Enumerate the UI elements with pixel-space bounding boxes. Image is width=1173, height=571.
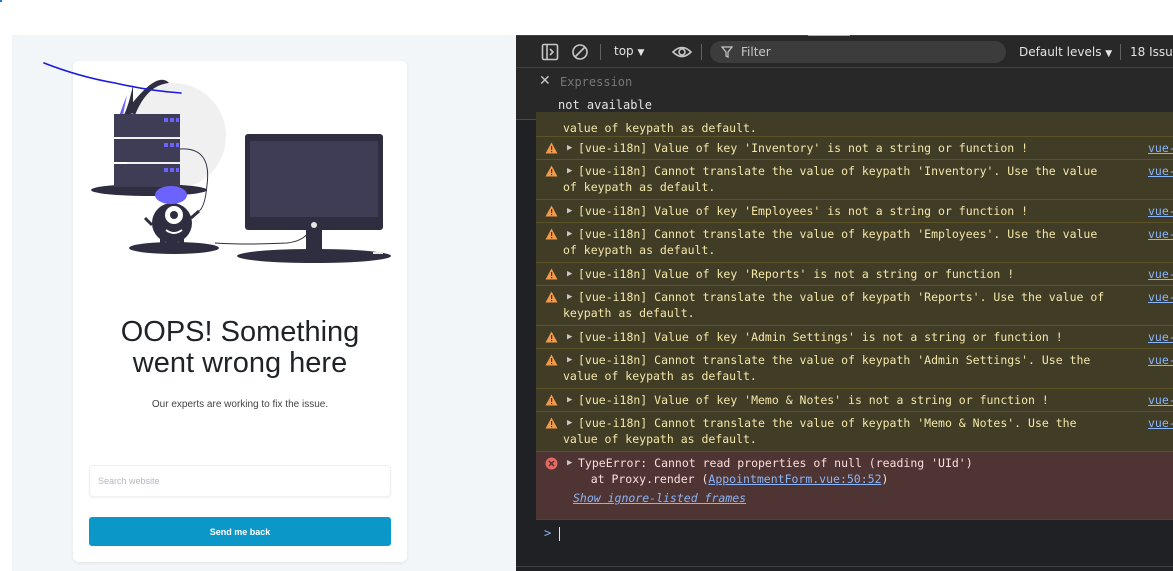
console-warning[interactable]: value of keypath as default.	[536, 112, 1173, 137]
sidebar-toggle-icon[interactable]	[541, 43, 559, 61]
console-prompt-icon: >	[544, 526, 552, 540]
expression-label[interactable]: Expression	[560, 75, 632, 89]
page-title: OOPS! Something went wrong here	[73, 317, 407, 379]
stack-suffix: )	[881, 472, 889, 486]
console-error[interactable]: ▶ TypeError: Cannot read properties of n…	[536, 452, 1173, 520]
console-toolbar: top ▼ Filter Default levels ▼ 18 Issues	[516, 36, 1173, 68]
filter-input[interactable]: Filter	[710, 41, 1006, 63]
console-input-caret[interactable]	[559, 527, 560, 541]
console-warning[interactable]: ▶ [vue-i18n] Value of key 'Admin Setting…	[536, 326, 1173, 349]
console-warning[interactable]: ▶ [vue-i18n] Value of key 'Reports' is n…	[536, 263, 1173, 286]
search-input[interactable]	[90, 466, 390, 496]
page-title-line-1: OOPS! Something	[120, 316, 360, 348]
console-warning[interactable]: ▶ [vue-i18n] Value of key 'Memo & Notes'…	[536, 389, 1173, 412]
warning-text: [vue-i18n] Cannot translate the value of…	[563, 353, 1091, 383]
context-selector-label: top	[614, 44, 634, 58]
show-ignore-listed-frames-link[interactable]: Show ignore-listed frames	[573, 490, 746, 506]
warning-text: value of keypath as default.	[563, 121, 757, 135]
expand-arrow-icon[interactable]: ▶	[567, 140, 572, 156]
console-warning[interactable]: ▶ [vue-i18n] Cannot translate the value …	[536, 286, 1173, 326]
warning-icon	[545, 142, 558, 154]
console-warning[interactable]: ▶ [vue-i18n] Cannot translate the value …	[536, 223, 1173, 263]
warning-text: [vue-i18n] Cannot translate the value of…	[563, 290, 1105, 320]
warning-text: [vue-i18n] Value of key 'Employees' is n…	[578, 204, 1029, 218]
warning-text: [vue-i18n] Value of key 'Admin Settings'…	[578, 330, 1063, 344]
source-link[interactable]: vue-	[1148, 392, 1173, 408]
clear-console-icon[interactable]	[571, 43, 589, 61]
source-link[interactable]: vue-	[1148, 329, 1173, 345]
chevron-down-icon: ▼	[637, 48, 645, 58]
warning-text: [vue-i18n] Value of key 'Reports' is not…	[578, 267, 1015, 281]
log-levels-label: Default levels	[1019, 45, 1102, 59]
source-link[interactable]: vue-	[1148, 140, 1173, 156]
stack-prefix: at Proxy.render (	[563, 472, 709, 486]
stack-source-link[interactable]: AppointmentForm.vue:50:52	[708, 472, 881, 486]
filter-placeholder: Filter	[741, 45, 771, 59]
close-icon[interactable]: ✕	[539, 73, 551, 89]
issues-counter[interactable]: 18 Issues	[1130, 45, 1173, 59]
send-back-button[interactable]: Send me back	[89, 517, 391, 546]
warning-icon	[545, 354, 558, 366]
console-warning[interactable]: ▶ [vue-i18n] Cannot translate the value …	[536, 412, 1173, 452]
toolbar-separator	[701, 44, 702, 60]
eye-icon[interactable]	[672, 43, 692, 61]
devtools-console-panel: top ▼ Filter Default levels ▼ 18 Issues …	[516, 35, 1173, 571]
page-subtitle: Our experts are working to fix the issue…	[151, 399, 329, 410]
expand-arrow-icon[interactable]: ▶	[567, 329, 572, 345]
source-link[interactable]: vue-	[1148, 289, 1173, 305]
source-link[interactable]: vue-	[1148, 203, 1173, 219]
filter-icon	[721, 46, 733, 58]
console-warning[interactable]: ▶ [vue-i18n] Cannot translate the value …	[536, 160, 1173, 200]
pen-stroke-annotation	[43, 62, 182, 94]
source-link[interactable]: vue-	[1148, 266, 1173, 282]
warning-icon	[545, 205, 558, 217]
search-box	[89, 465, 391, 497]
warning-text: [vue-i18n] Value of key 'Memo & Notes' i…	[578, 393, 1049, 407]
toolbar-separator	[600, 44, 601, 60]
source-link[interactable]: vue-	[1148, 352, 1173, 368]
expand-arrow-icon[interactable]: ▶	[567, 455, 572, 471]
page-title-line-2: went wrong here	[132, 347, 348, 379]
expand-arrow-icon[interactable]: ▶	[567, 266, 572, 282]
warning-icon	[545, 165, 558, 177]
source-link[interactable]: vue-	[1148, 415, 1173, 431]
log-levels-dropdown[interactable]: Default levels ▼	[1019, 45, 1112, 59]
error-text: TypeError: Cannot read properties of nul…	[578, 456, 973, 470]
warning-text: [vue-i18n] Cannot translate the value of…	[563, 227, 1098, 257]
warning-text: [vue-i18n] Cannot translate the value of…	[563, 164, 1098, 194]
server-computer-illustration	[91, 79, 391, 263]
devtools-bottom-border	[516, 566, 1173, 567]
chevron-down-icon: ▼	[1105, 49, 1113, 59]
expand-arrow-icon[interactable]: ▶	[567, 392, 572, 408]
error-stack-line: at Proxy.render (AppointmentForm.vue:50:…	[563, 471, 889, 487]
warning-icon	[545, 394, 558, 406]
error-icon	[545, 457, 558, 470]
context-selector[interactable]: top ▼	[614, 44, 644, 58]
warning-icon	[545, 228, 558, 240]
expression-value: not available	[558, 98, 652, 112]
console-warning[interactable]: ▶ [vue-i18n] Value of key 'Inventory' is…	[536, 137, 1173, 160]
corner-dot	[0, 0, 2, 2]
warning-text: [vue-i18n] Value of key 'Inventory' is n…	[578, 141, 1029, 155]
expand-arrow-icon[interactable]: ▶	[567, 203, 572, 219]
warning-text: [vue-i18n] Cannot translate the value of…	[563, 416, 1077, 446]
console-warning[interactable]: ▶ [vue-i18n] Cannot translate the value …	[536, 349, 1173, 389]
warning-icon	[545, 331, 558, 343]
error-card: OOPS! Something went wrong here Our expe…	[73, 61, 407, 562]
console-messages: value of keypath as default. ▶ [vue-i18n…	[516, 112, 1173, 520]
toolbar-separator	[1120, 44, 1121, 60]
source-link[interactable]: vue-	[1148, 163, 1173, 179]
warning-icon	[545, 268, 558, 280]
warning-icon	[545, 417, 558, 429]
warning-icon	[545, 291, 558, 303]
source-link[interactable]: vue-	[1148, 226, 1173, 242]
console-warning[interactable]: ▶ [vue-i18n] Value of key 'Employees' is…	[536, 200, 1173, 223]
